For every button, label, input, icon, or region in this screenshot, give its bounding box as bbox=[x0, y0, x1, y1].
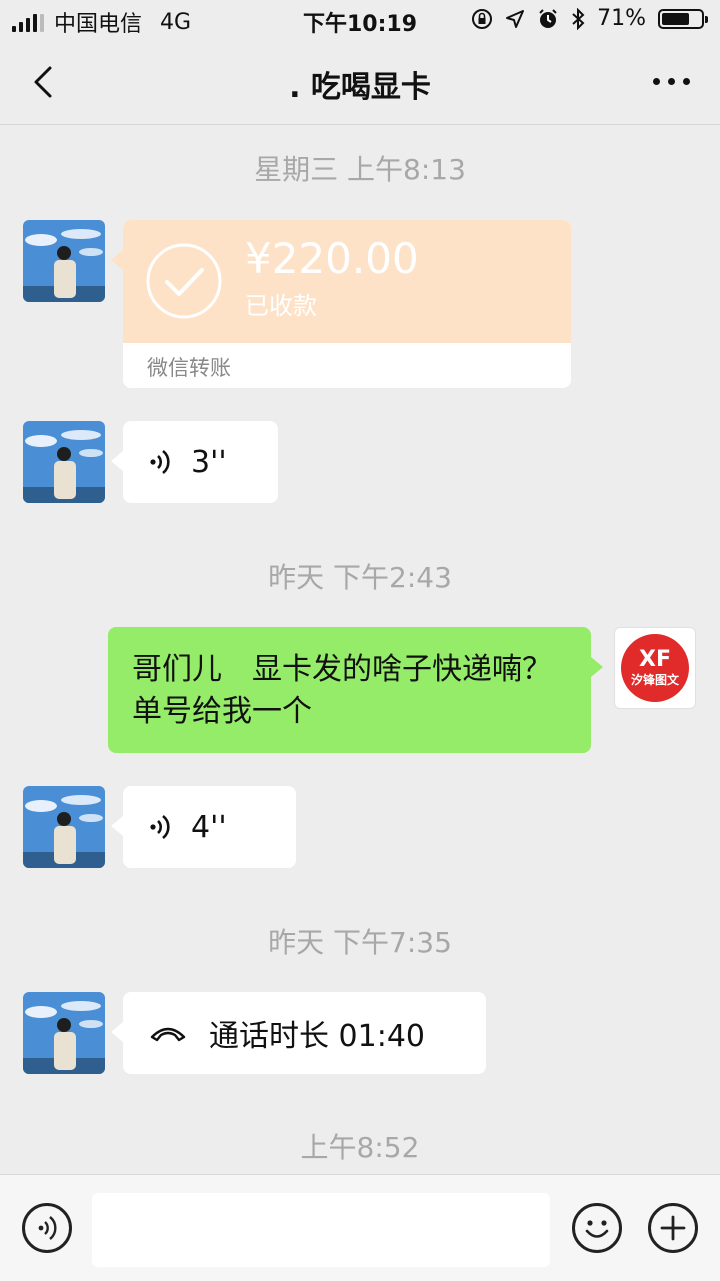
voice-wave-icon bbox=[150, 814, 170, 840]
voice-duration: 4'' bbox=[191, 809, 227, 845]
voice-duration: 3'' bbox=[191, 444, 227, 480]
avatar[interactable] bbox=[23, 992, 105, 1074]
check-circle-icon bbox=[146, 243, 222, 319]
input-bar bbox=[0, 1174, 720, 1281]
avatar-photo bbox=[23, 421, 105, 503]
my-text-message[interactable]: 哥们儿 显卡发的啥子快递喃？单号给我一个 bbox=[108, 627, 603, 753]
avatar-photo bbox=[23, 786, 105, 868]
timestamp: 昨天 下午7:35 bbox=[268, 926, 452, 959]
avatar[interactable] bbox=[23, 786, 105, 868]
voice-message[interactable]: 4'' bbox=[111, 786, 296, 868]
avatar-photo bbox=[23, 220, 105, 302]
avatar-photo bbox=[23, 992, 105, 1074]
voice-wave-icon bbox=[150, 449, 170, 475]
chat-title: . 吃喝显卡 bbox=[289, 70, 431, 105]
voice-input-icon[interactable] bbox=[22, 1203, 72, 1253]
timestamp: 昨天 下午2:43 bbox=[268, 561, 452, 594]
logo-letters: XF bbox=[639, 647, 671, 672]
phone-hangup-icon bbox=[150, 1027, 186, 1042]
avatar[interactable] bbox=[23, 220, 105, 302]
status-right: 71% bbox=[471, 6, 708, 31]
transfer-card[interactable]: ¥220.00 已收款 微信转账 bbox=[111, 220, 571, 388]
battery-fill bbox=[662, 12, 689, 25]
battery-icon bbox=[658, 8, 708, 29]
rotation-lock-icon bbox=[472, 8, 493, 29]
emoji-icon[interactable] bbox=[572, 1203, 622, 1253]
alarm-icon bbox=[539, 8, 557, 28]
location-icon bbox=[506, 9, 525, 28]
nav-bar: . 吃喝显卡 bbox=[0, 40, 720, 125]
transfer-status: 已收款 bbox=[245, 292, 317, 320]
call-duration-text: 通话时长 01:40 bbox=[209, 1019, 425, 1054]
my-avatar[interactable]: XF 汐锋图文 bbox=[614, 627, 696, 709]
timestamp: 上午8:52 bbox=[300, 1131, 420, 1164]
more-dots-icon[interactable] bbox=[653, 78, 690, 85]
plus-icon[interactable] bbox=[648, 1203, 698, 1253]
voice-message[interactable]: 3'' bbox=[111, 421, 278, 503]
status-bar: 中国电信 4G 下午10:19 71% bbox=[0, 0, 720, 40]
transfer-amount: ¥220.00 bbox=[245, 234, 419, 283]
message-input[interactable] bbox=[92, 1193, 550, 1267]
transfer-label: 微信转账 bbox=[147, 356, 231, 380]
timestamp: 星期三 上午8:13 bbox=[254, 153, 466, 186]
my-avatar-logo: XF 汐锋图文 bbox=[621, 634, 689, 702]
bluetooth-icon bbox=[572, 7, 585, 30]
logo-subtext: 汐锋图文 bbox=[631, 672, 680, 687]
avatar[interactable] bbox=[23, 421, 105, 503]
call-record[interactable]: 通话时长 01:40 bbox=[111, 992, 486, 1074]
battery-percent: 71% bbox=[597, 6, 646, 31]
